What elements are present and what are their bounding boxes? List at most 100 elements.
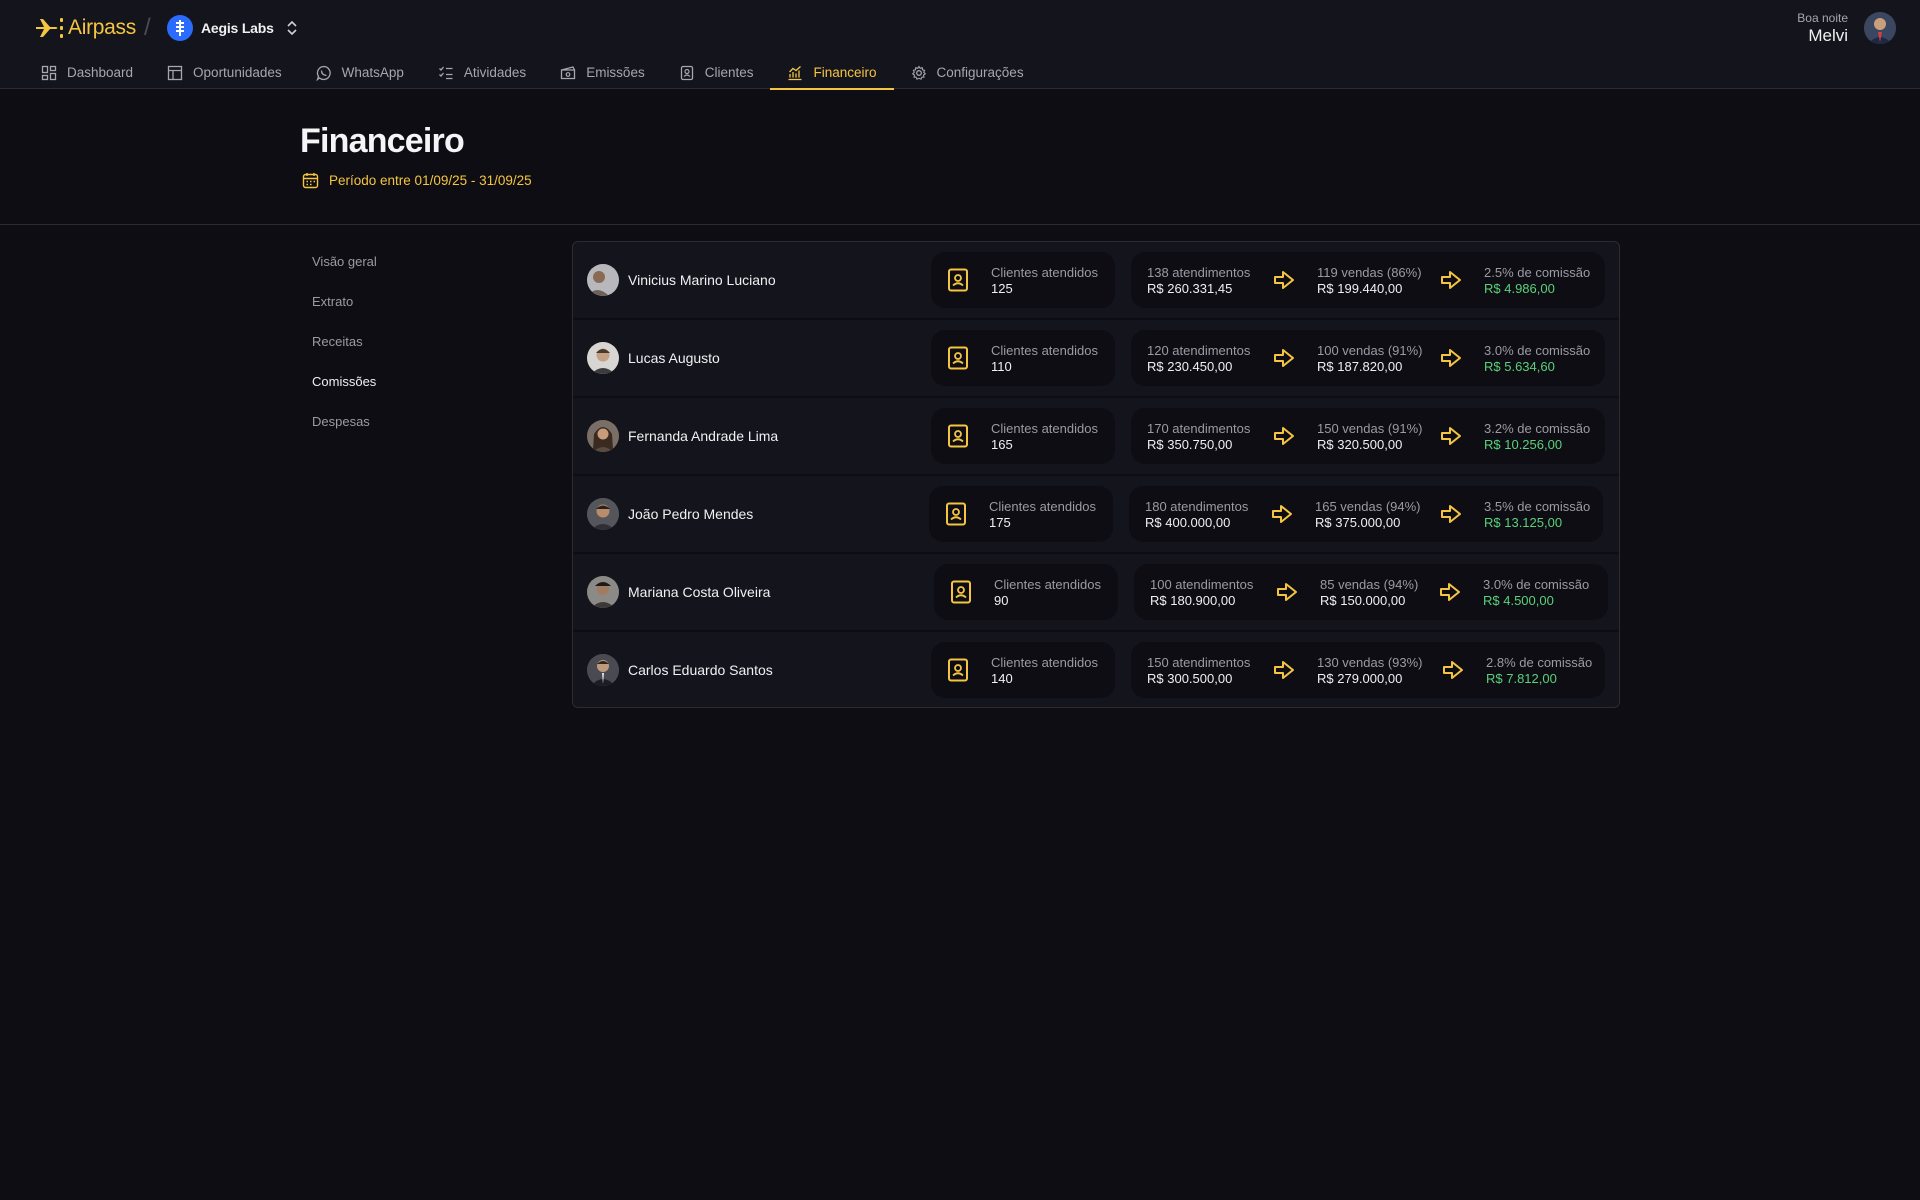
commission-flow: 170 atendimentos R$ 350.750,00 150 venda… [1131, 408, 1605, 464]
attendances: 120 atendimentos R$ 230.450,00 [1147, 343, 1250, 375]
seller-name: Vinicius Marino Luciano [628, 272, 776, 288]
contact-book-icon [680, 65, 693, 80]
org-switcher[interactable]: Aegis Labs [167, 14, 298, 42]
nav-label: Financeiro [813, 65, 877, 80]
nav-clientes[interactable]: Clientes [662, 56, 771, 89]
attendances: 138 atendimentos R$ 260.331,45 [1147, 265, 1250, 297]
sales-value: R$ 375.000,00 [1315, 515, 1401, 530]
sales-value: R$ 150.000,00 [1320, 593, 1406, 608]
avatar [587, 420, 619, 452]
commission-rate: 2.5% de comissão [1484, 265, 1591, 280]
table-icon [167, 65, 183, 80]
clients-label: Clientes atendidos [991, 265, 1098, 280]
calendar-icon [302, 173, 319, 189]
commission-rate: 3.0% de comissão [1483, 577, 1590, 592]
attendances-value: R$ 350.750,00 [1147, 437, 1233, 452]
table-row[interactable]: Fernanda Andrade Lima Clientes atendidos… [573, 398, 1619, 476]
contact-book-icon [951, 580, 971, 604]
clients-count: 175 [989, 515, 1011, 530]
greeting-text: Boa noite [1797, 11, 1848, 25]
clients-card: Clientes atendidos 125 [931, 252, 1115, 308]
user-avatar[interactable] [1864, 12, 1896, 44]
nav-configuracoes[interactable]: Configurações [894, 56, 1041, 89]
side-item-extrato[interactable]: Extrato [312, 292, 377, 332]
user-name: Melvi [1808, 26, 1848, 45]
clients-label: Clientes atendidos [991, 655, 1098, 670]
nav-label: WhatsApp [341, 65, 404, 80]
brand-logo[interactable]: Airpass [34, 13, 136, 43]
attendances: 180 atendimentos R$ 400.000,00 [1145, 499, 1248, 531]
financeiro-side-menu: Visão geral Extrato Receitas Comissões D… [312, 252, 377, 452]
side-item-comissoes[interactable]: Comissões [312, 372, 377, 412]
attendances-count: 100 atendimentos [1150, 577, 1254, 592]
attendances-count: 150 atendimentos [1147, 655, 1251, 670]
nav-atividades[interactable]: Atividades [421, 56, 543, 89]
seller: Mariana Costa Oliveira [587, 574, 770, 610]
commission: 3.0% de comissão R$ 5.634,60 [1484, 343, 1590, 375]
commission-list: Vinicius Marino Luciano Clientes atendid… [572, 241, 1620, 708]
sales: 130 vendas (93%) R$ 279.000,00 [1317, 655, 1423, 687]
attendances-count: 180 atendimentos [1145, 499, 1249, 514]
attendances: 150 atendimentos R$ 300.500,00 [1147, 655, 1250, 687]
sales-value: R$ 320.500,00 [1317, 437, 1403, 452]
whatsapp-icon [315, 65, 331, 81]
breadcrumb-separator: / [144, 14, 151, 41]
table-row[interactable]: João Pedro Mendes Clientes atendidos 175… [573, 476, 1619, 554]
attendances: 170 atendimentos R$ 350.750,00 [1147, 421, 1250, 453]
period-filter[interactable]: Período entre 01/09/25 - 31/09/25 [302, 172, 532, 189]
ticket-icon [561, 65, 576, 79]
nav-whatsapp[interactable]: WhatsApp [299, 56, 421, 89]
side-item-visao-geral[interactable]: Visão geral [312, 252, 377, 292]
table-row[interactable]: Vinicius Marino Luciano Clientes atendid… [573, 242, 1619, 320]
seller: Lucas Augusto [587, 340, 720, 376]
table-row[interactable]: Mariana Costa Oliveira Clientes atendido… [573, 554, 1619, 632]
sales: 165 vendas (94%) R$ 375.000,00 [1315, 499, 1421, 531]
nav-financeiro[interactable]: Financeiro [770, 56, 894, 90]
commission-rate: 3.5% de comissão [1484, 499, 1591, 514]
avatar [587, 342, 619, 374]
airplane-icon [36, 18, 63, 38]
nav-label: Clientes [704, 65, 754, 80]
clients-count: 125 [991, 281, 1013, 296]
table-row[interactable]: Carlos Eduardo Santos Clientes atendidos… [573, 632, 1619, 707]
seller: João Pedro Mendes [587, 496, 753, 532]
dashboard-icon [41, 65, 57, 80]
nav-label: Configurações [936, 65, 1024, 80]
seller: Carlos Eduardo Santos [587, 652, 773, 688]
arrow-right-icon [1277, 583, 1297, 601]
sales-count: 100 vendas (91%) [1317, 343, 1423, 358]
seller-name: João Pedro Mendes [628, 506, 754, 522]
attendances-count: 170 atendimentos [1147, 421, 1251, 436]
commission-value: R$ 4.986,00 [1484, 281, 1555, 296]
clients-label: Clientes atendidos [994, 577, 1101, 592]
nav-label: Oportunidades [193, 65, 282, 80]
sales-count: 150 vendas (91%) [1317, 421, 1423, 436]
commission-flow: 138 atendimentos R$ 260.331,45 119 venda… [1131, 252, 1605, 308]
avatar [587, 264, 619, 296]
commission: 2.5% de comissão R$ 4.986,00 [1484, 265, 1590, 297]
attendances-value: R$ 260.331,45 [1147, 281, 1233, 296]
clients-label: Clientes atendidos [991, 343, 1098, 358]
side-item-receitas[interactable]: Receitas [312, 332, 377, 372]
arrow-right-icon [1443, 661, 1463, 679]
sales-count: 165 vendas (94%) [1315, 499, 1421, 514]
nav-emissoes[interactable]: Emissões [543, 56, 662, 89]
arrow-right-icon [1274, 427, 1294, 445]
commission-value: R$ 13.125,00 [1484, 515, 1563, 530]
clients-label: Clientes atendidos [991, 421, 1098, 436]
arrow-right-icon [1441, 271, 1461, 289]
attendances-value: R$ 180.900,00 [1150, 593, 1236, 608]
attendances-value: R$ 300.500,00 [1147, 671, 1233, 686]
nav-dashboard[interactable]: Dashboard [24, 56, 150, 89]
table-row[interactable]: Lucas Augusto Clientes atendidos 110 120… [573, 320, 1619, 398]
commission-rate: 2.8% de comissão [1486, 655, 1593, 670]
sales-count: 130 vendas (93%) [1317, 655, 1423, 670]
sales: 85 vendas (94%) R$ 150.000,00 [1320, 577, 1418, 609]
contact-book-icon [946, 502, 966, 526]
nav-oportunidades[interactable]: Oportunidades [150, 56, 299, 89]
commission: 3.2% de comissão R$ 10.256,00 [1484, 421, 1590, 453]
nav-label: Emissões [586, 65, 645, 80]
seller-name: Lucas Augusto [628, 350, 720, 366]
side-item-despesas[interactable]: Despesas [312, 412, 377, 452]
sales-value: R$ 199.440,00 [1317, 281, 1403, 296]
